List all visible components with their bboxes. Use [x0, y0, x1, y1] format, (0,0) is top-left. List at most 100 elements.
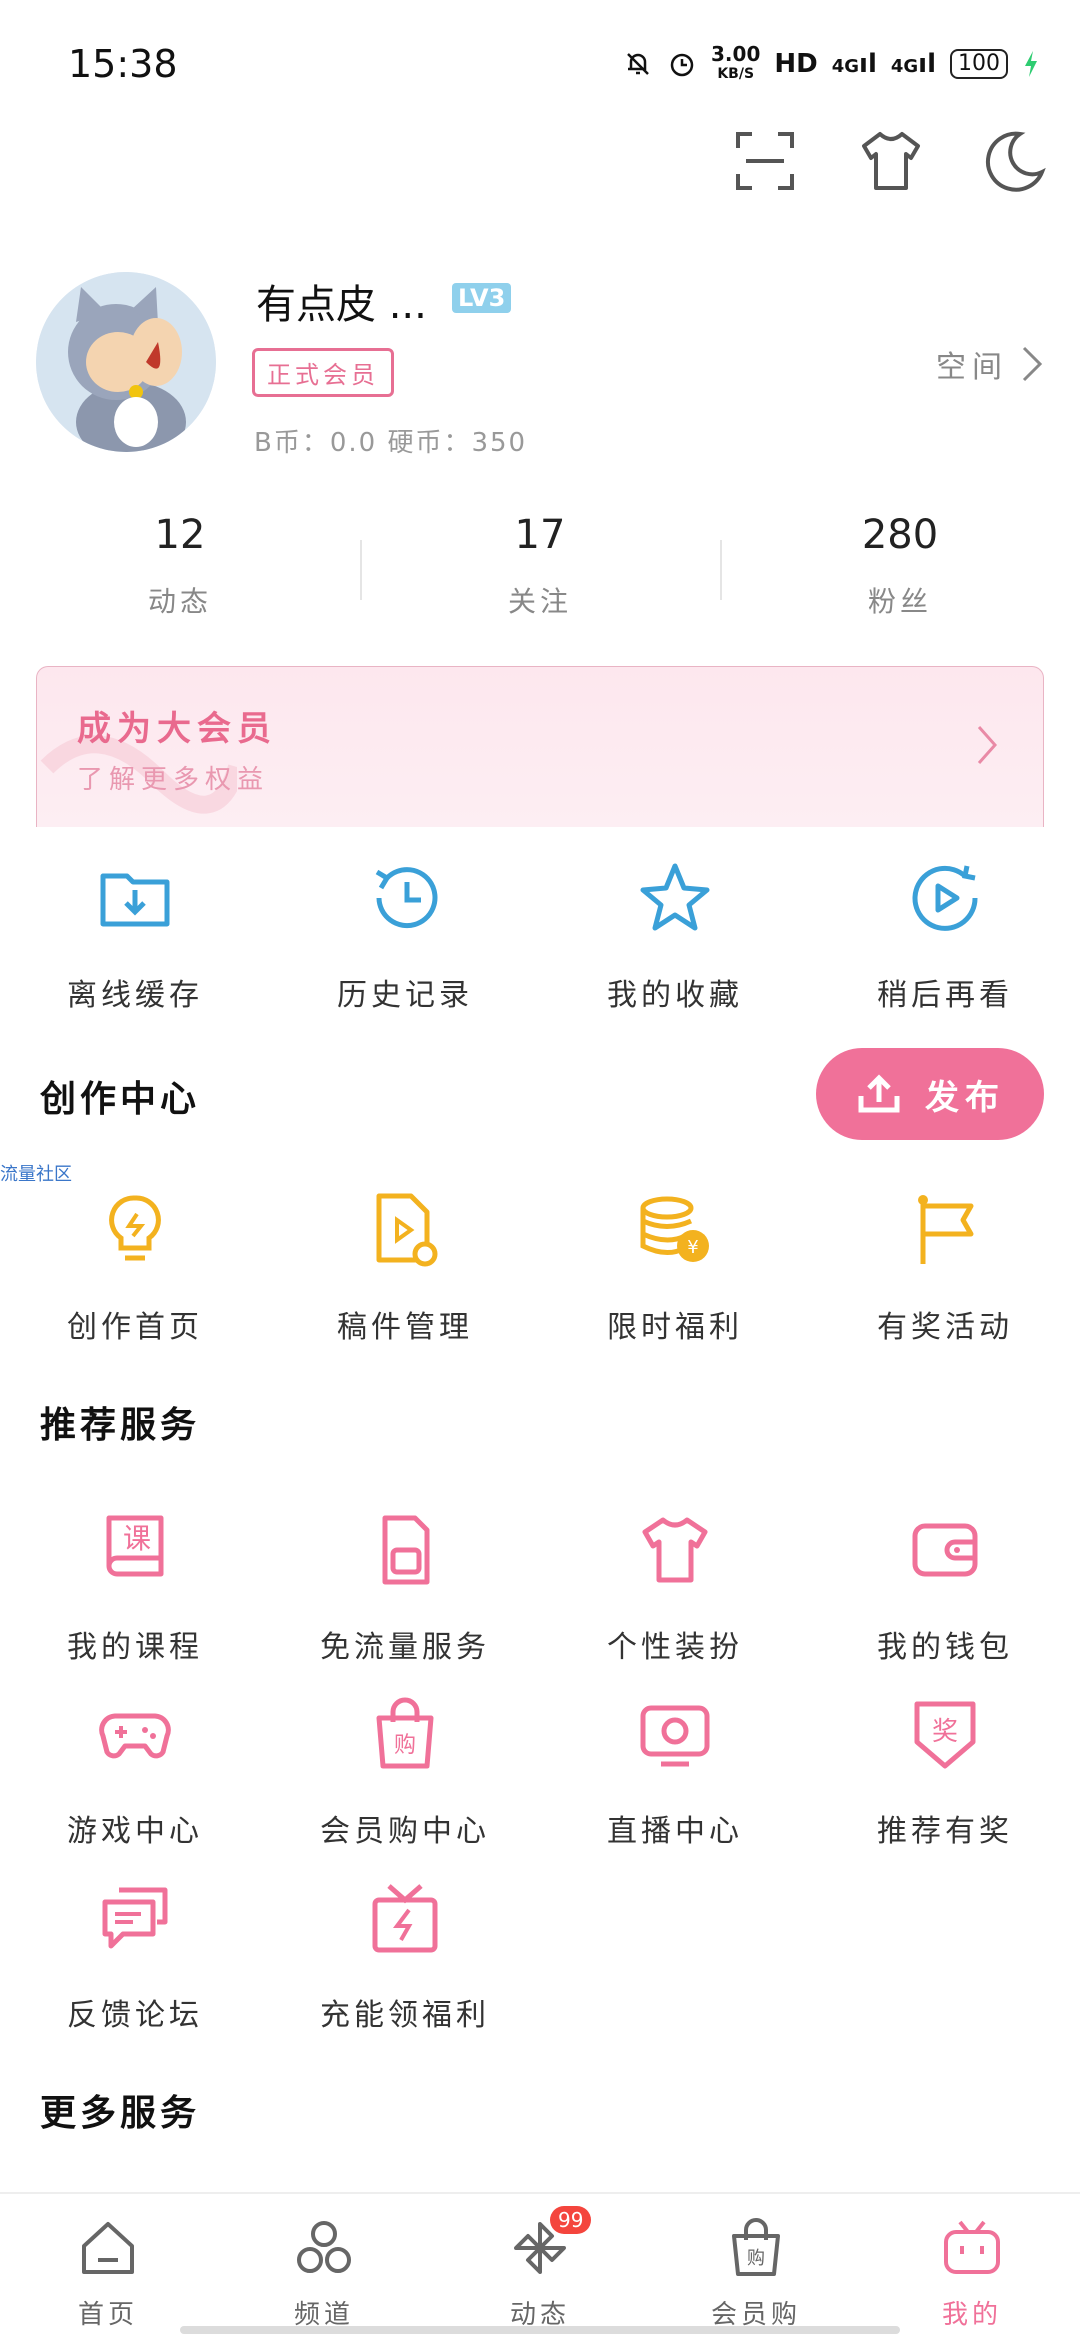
vip-banner-title: 成为大会员 — [77, 709, 277, 749]
community-tag[interactable]: 流量社区 — [0, 1160, 72, 1186]
stat-divider — [360, 540, 362, 600]
username[interactable]: 有点皮 ... — [256, 272, 427, 330]
recommended-services-title: 推荐服务 — [40, 1405, 201, 1446]
stat-fans[interactable]: 280 粉丝 — [780, 512, 1020, 620]
service-charge-benefits[interactable]: 充能领福利 — [270, 1878, 540, 2034]
wallet-icon — [912, 1523, 978, 1577]
night-mode-icon[interactable] — [980, 126, 1050, 196]
signal-2: 4Gıl — [890, 49, 936, 79]
quick-action-label: 我的收藏 — [607, 978, 743, 1013]
quick-action-label: 离线缓存 — [67, 978, 203, 1013]
course-icon: 课 — [106, 1515, 164, 1577]
quick-action-offline-cache[interactable]: 离线缓存 — [0, 858, 270, 1014]
creator-item-label: 限时福利 — [607, 1310, 743, 1345]
tshirt-theme-icon[interactable] — [856, 126, 926, 196]
quick-action-label: 历史记录 — [337, 978, 473, 1013]
quick-action-label: 稍后再看 — [877, 978, 1013, 1013]
svg-text:¥: ¥ — [687, 1237, 698, 1258]
star-icon — [640, 863, 710, 931]
service-referral-reward[interactable]: 奖 推荐有奖 — [810, 1694, 1080, 1850]
bottom-navigation: 首页 频道 99 动态 购 会员购 我的 — [0, 2192, 1080, 2342]
service-live-center[interactable]: 直播中心 — [540, 1694, 810, 1850]
watch-later-icon — [912, 865, 978, 931]
stat-label: 动态 — [147, 585, 212, 618]
gamepad-icon — [99, 1713, 171, 1759]
stat-label: 粉丝 — [867, 585, 932, 618]
stat-value: 17 — [514, 512, 566, 558]
stat-value: 12 — [154, 512, 206, 558]
home-icon — [82, 2222, 134, 2274]
vip-banner[interactable]: 成为大会员 了解更多权益 — [36, 666, 1044, 827]
download-folder-icon — [100, 873, 170, 927]
service-label: 免流量服务 — [320, 1630, 490, 1665]
publish-button[interactable]: 发布 — [816, 1048, 1044, 1140]
feedback-chat-icon — [102, 1887, 168, 1949]
scan-icon[interactable] — [730, 126, 800, 196]
service-label: 反馈论坛 — [67, 1998, 203, 2033]
stat-dynamics[interactable]: 12 动态 — [60, 512, 300, 620]
svg-text:购: 购 — [394, 1733, 416, 1758]
creator-item-activities[interactable]: 有奖活动 — [810, 1190, 1080, 1346]
charging-icon — [1025, 51, 1037, 77]
stat-following[interactable]: 17 关注 — [420, 512, 660, 620]
sim-card-icon — [382, 1515, 430, 1585]
nav-dynamics[interactable]: 99 动态 — [432, 2194, 648, 2342]
nav-channel[interactable]: 频道 — [216, 2194, 432, 2342]
chevron-right-icon — [977, 726, 998, 764]
service-label: 我的钱包 — [877, 1630, 1013, 1665]
channel-icon — [297, 2221, 351, 2273]
creator-item-benefits[interactable]: ¥ 限时福利 — [540, 1190, 810, 1346]
live-tv-icon — [640, 1705, 710, 1767]
space-link[interactable]: 空间 — [936, 342, 1044, 386]
service-vip-shop[interactable]: 购 会员购中心 — [270, 1694, 540, 1850]
service-label: 推荐有奖 — [877, 1814, 1013, 1849]
stat-label: 关注 — [507, 585, 572, 618]
manuscript-icon — [376, 1193, 438, 1267]
coins-info: B币：0.0 硬币：350 — [254, 428, 528, 458]
tshirt-icon — [642, 1517, 708, 1583]
service-my-courses[interactable]: 课 我的课程 — [0, 1510, 270, 1666]
status-time: 15:38 — [68, 42, 178, 86]
more-services-title: 更多服务 — [40, 2093, 201, 2134]
service-free-data[interactable]: 免流量服务 — [270, 1510, 540, 1666]
svg-text:奖: 奖 — [932, 1717, 958, 1747]
nav-vip-shop[interactable]: 购 会员购 — [648, 2194, 864, 2342]
quick-action-history[interactable]: 历史记录 — [270, 858, 540, 1014]
shop-bag-icon: 购 — [732, 2218, 780, 2276]
vip-status-badge[interactable]: 正式会员 — [252, 348, 394, 397]
signal-1: 4Gıl — [831, 49, 877, 79]
gesture-bar[interactable] — [180, 2326, 900, 2334]
svg-text:购: 购 — [747, 2248, 765, 2269]
quick-action-watch-later[interactable]: 稍后再看 — [810, 858, 1080, 1014]
quick-action-favorites[interactable]: 我的收藏 — [540, 858, 810, 1014]
service-wallet[interactable]: 我的钱包 — [810, 1510, 1080, 1666]
shopping-bag-icon: 购 — [376, 1697, 434, 1769]
network-speed: 3.00 KB/S — [711, 42, 761, 82]
avatar-cat-illustration — [36, 272, 216, 452]
status-icons: 3.00 KB/S HD 4Gıl 4Gıl 100 — [623, 44, 1040, 84]
alarm-icon — [670, 53, 694, 77]
publish-label: 发布 — [925, 1077, 1005, 1118]
notification-badge: 99 — [550, 2206, 592, 2234]
service-label: 我的课程 — [67, 1630, 203, 1665]
service-feedback-forum[interactable]: 反馈论坛 — [0, 1878, 270, 2034]
chevron-right-icon — [1022, 346, 1043, 382]
service-game-center[interactable]: 游戏中心 — [0, 1694, 270, 1850]
tv-mascot-icon — [944, 2220, 1000, 2274]
service-label: 游戏中心 — [67, 1814, 203, 1849]
stat-divider — [720, 540, 722, 600]
avatar[interactable] — [36, 272, 216, 452]
nav-home[interactable]: 首页 — [0, 2194, 216, 2342]
service-label: 充能领福利 — [320, 1998, 490, 2033]
service-label: 直播中心 — [607, 1814, 743, 1849]
lightbulb-icon — [109, 1195, 161, 1261]
creator-item-manuscripts[interactable]: 稿件管理 — [270, 1190, 540, 1346]
gift-charge-icon — [372, 1884, 438, 1953]
history-clock-icon — [375, 867, 438, 929]
flag-icon — [918, 1195, 974, 1264]
reward-badge-icon: 奖 — [914, 1701, 976, 1769]
service-customization[interactable]: 个性装扮 — [540, 1510, 810, 1666]
creator-item-label: 创作首页 — [67, 1310, 203, 1345]
creator-item-home[interactable]: 创作首页 — [0, 1190, 270, 1346]
nav-mine[interactable]: 我的 — [864, 2194, 1080, 2342]
